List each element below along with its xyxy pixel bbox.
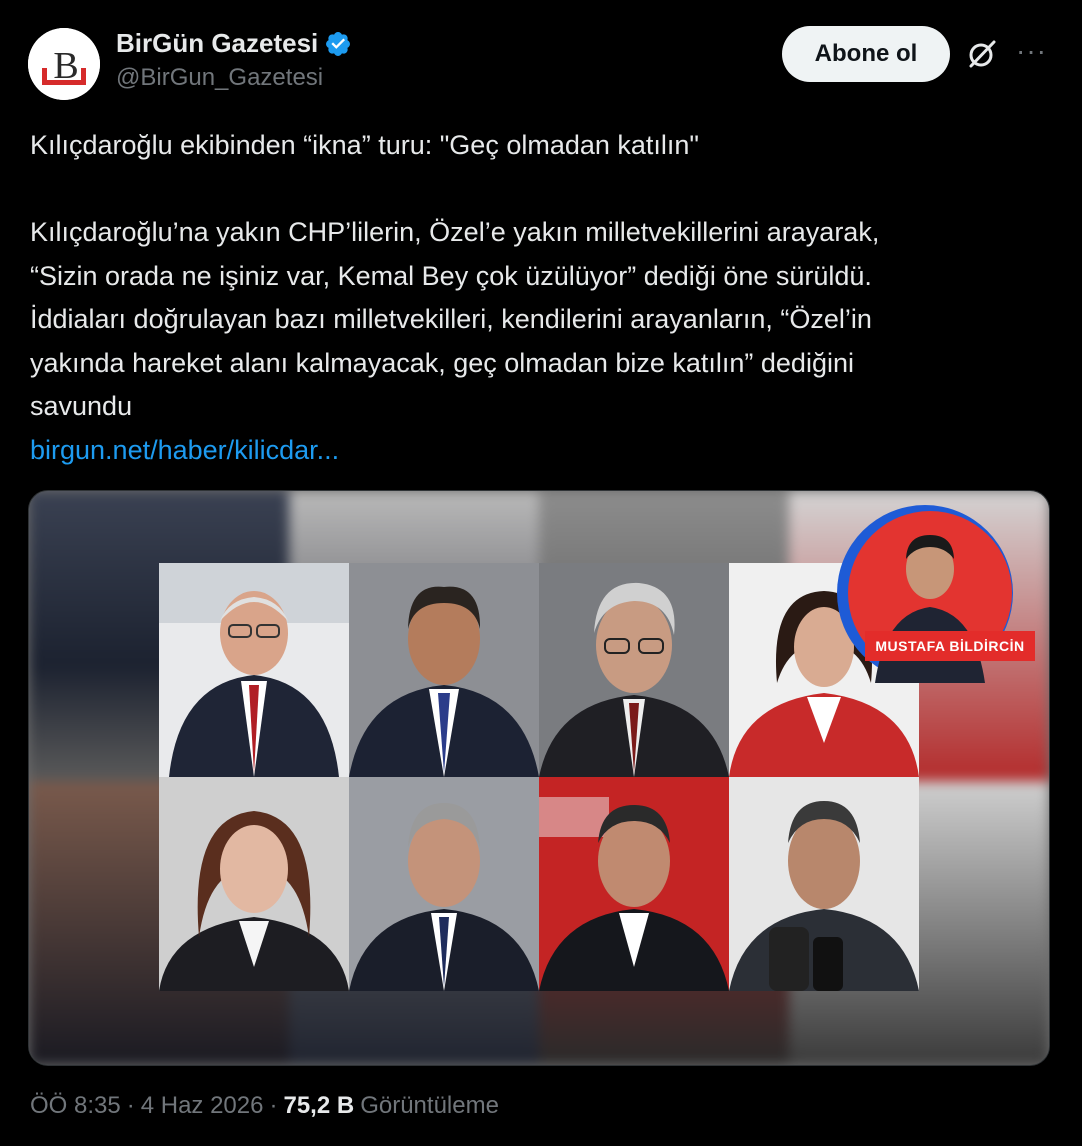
portrait-6 [349, 777, 539, 991]
man-portrait-image [539, 777, 729, 991]
tweet-media-image[interactable]: MUSTAFA BİLDİRCİN [28, 490, 1050, 1066]
portrait-3 [539, 563, 729, 777]
tweet-text: Kılıçdaroğlu ekibinden “ikna” turu: "Geç… [30, 124, 1050, 472]
follow-button[interactable]: Abone ol [782, 26, 950, 82]
tweet-body-line: İddiaları doğrulayan bazı milletvekiller… [30, 304, 872, 334]
portrait-grid [159, 563, 919, 991]
view-count-label: Görüntüleme [360, 1092, 499, 1119]
view-count: 75,2 B [283, 1092, 355, 1119]
portrait-7 [539, 777, 729, 991]
portrait-1 [159, 563, 349, 777]
portrait-2 [349, 563, 539, 777]
man-portrait-image [539, 563, 729, 777]
account-handle[interactable]: @BirGun_Gazetesi [116, 64, 323, 92]
man-portrait-image [159, 563, 349, 777]
verified-badge-icon [326, 31, 351, 56]
man-portrait-image [349, 777, 539, 991]
tweet-date[interactable]: 4 Haz 2026 [141, 1092, 264, 1120]
man-portrait-image [349, 563, 539, 777]
grok-icon[interactable] [966, 38, 998, 70]
portrait-8 [729, 777, 919, 991]
avatar[interactable]: B [28, 28, 100, 100]
separator-dot: · [269, 1092, 278, 1119]
man-portrait-image [729, 777, 919, 991]
tweet-body-line: yakında hareket alanı kalmayacak, geç ol… [30, 347, 854, 378]
tweet-body-line: savundu [30, 391, 133, 421]
tweet-headline: Kılıçdaroğlu ekibinden “ikna” turu: "Geç… [30, 130, 700, 160]
article-link[interactable]: birgun.net/haber/kilicdar... [30, 429, 1050, 473]
account-name[interactable]: BirGün Gazetesi [116, 28, 318, 59]
tweet-time[interactable]: ÖÖ 8:35 [30, 1092, 121, 1120]
separator-dot: · [126, 1092, 135, 1119]
account-name-row: BirGün Gazetesi [116, 28, 352, 59]
more-options-icon[interactable]: ··· [1016, 36, 1046, 70]
tweet-meta: ÖÖ 8:35 · 4 Haz 2026 · 75,2 B Görüntülem… [30, 1092, 499, 1120]
birgun-logo: B [28, 28, 100, 100]
portrait-5 [159, 777, 349, 991]
tweet-body-line: “Sizin orada ne işiniz var, Kemal Bey ço… [30, 260, 872, 291]
tweet-body-line: Kılıçdaroğlu’na yakın CHP’lilerin, Özel’… [30, 217, 880, 247]
woman-portrait-image [159, 777, 349, 991]
author-badge-label: MUSTAFA BİLDİRCİN [865, 631, 1035, 661]
